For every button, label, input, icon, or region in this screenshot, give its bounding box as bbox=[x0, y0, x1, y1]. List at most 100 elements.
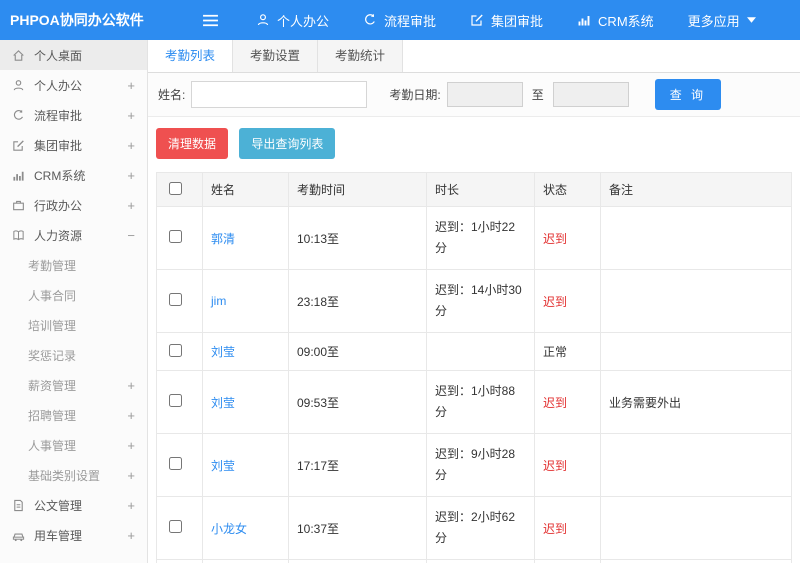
export-list-button[interactable]: 导出查询列表 bbox=[239, 128, 336, 159]
briefcase-icon bbox=[12, 199, 25, 212]
expand-plus[interactable]: + bbox=[127, 438, 135, 453]
tab-strip: 考勤列表 考勤设置 考勤统计 bbox=[148, 40, 800, 73]
employee-name-link[interactable]: 小龙女 bbox=[211, 522, 247, 536]
sidebar: 个人桌面 个人办公 + 流程审批 + 集团审批 + CRM系统 + 行政办公 + bbox=[0, 40, 148, 563]
sidebar-item-admin-office[interactable]: 行政办公 + bbox=[0, 190, 147, 220]
attendance-time-cell: 10:37至 bbox=[288, 496, 427, 560]
sidebar-item-label: 人事合同 bbox=[28, 288, 77, 303]
tab-attendance-stats[interactable]: 考勤统计 bbox=[318, 40, 404, 72]
sidebar-item-label: 薪资管理 bbox=[28, 378, 77, 393]
employee-name-link[interactable]: 刘莹 bbox=[211, 459, 235, 473]
sidebar-item-recruit-mgmt[interactable]: 招聘管理 + bbox=[0, 400, 147, 430]
sidebar-item-base-category-settings[interactable]: 基础类别设置 + bbox=[0, 460, 147, 490]
sidebar-item-workflow-approval[interactable]: 流程审批 + bbox=[0, 100, 147, 130]
workflow-icon bbox=[363, 13, 377, 27]
row-checkbox[interactable] bbox=[169, 394, 182, 407]
name-filter-input[interactable] bbox=[191, 81, 368, 108]
sidebar-item-attendance-mgmt[interactable]: 考勤管理 bbox=[0, 250, 147, 280]
col-header-duration: 时长 bbox=[426, 172, 535, 207]
clear-data-button[interactable]: 清理数据 bbox=[156, 128, 229, 159]
sidebar-item-label: 人力资源 bbox=[34, 228, 83, 243]
attendance-time-cell: 17:17至 bbox=[288, 433, 427, 497]
sidebar-item-vehicle-mgmt[interactable]: 用车管理 + bbox=[0, 520, 147, 550]
action-bar: 清理数据 导出查询列表 bbox=[156, 128, 792, 159]
expand-plus[interactable]: + bbox=[127, 378, 135, 393]
sidebar-item-personnel-mgmt[interactable]: 人事管理 + bbox=[0, 430, 147, 460]
date-from-input[interactable] bbox=[446, 82, 523, 107]
search-button[interactable]: 查 询 bbox=[654, 79, 722, 110]
employee-name-link[interactable]: jim bbox=[211, 294, 226, 308]
row-checkbox[interactable] bbox=[169, 457, 182, 470]
sidebar-item-group-approval[interactable]: 集团审批 + bbox=[0, 130, 147, 160]
sidebar-item-label: 用车管理 bbox=[34, 528, 83, 543]
note-cell bbox=[600, 269, 792, 333]
row-checkbox[interactable] bbox=[169, 520, 182, 533]
note-cell bbox=[600, 433, 792, 497]
expand-plus[interactable]: + bbox=[127, 498, 135, 513]
sidebar-item-hr[interactable]: 人力资源 − bbox=[0, 220, 147, 250]
attendance-time-cell: 10:13至 bbox=[288, 206, 427, 270]
employee-name-link[interactable]: 刘莹 bbox=[211, 345, 235, 359]
expand-plus[interactable]: + bbox=[127, 108, 135, 123]
expand-plus[interactable]: + bbox=[127, 408, 135, 423]
sidebar-item-label: 培训管理 bbox=[28, 318, 77, 333]
expand-plus[interactable]: + bbox=[127, 198, 135, 213]
workflow-icon bbox=[12, 109, 25, 122]
employee-name-link[interactable]: 刘莹 bbox=[211, 396, 235, 410]
table-row: 刘莹 09:53至 迟到：1小时88分 迟到 业务需要外出 bbox=[156, 370, 792, 434]
hamburger-icon bbox=[202, 14, 219, 27]
collapse-minus[interactable]: − bbox=[127, 228, 135, 243]
nav-group-approval[interactable]: 集团审批 bbox=[453, 0, 560, 40]
attendance-time-cell: 09:53至 bbox=[288, 370, 427, 434]
chevron-down-icon bbox=[746, 17, 756, 23]
row-checkbox[interactable] bbox=[169, 343, 182, 357]
note-cell bbox=[600, 332, 792, 371]
expand-plus[interactable]: + bbox=[127, 138, 135, 153]
col-header-name: 姓名 bbox=[202, 172, 289, 207]
nav-crm-system[interactable]: CRM系统 bbox=[560, 0, 671, 40]
top-navigation: 个人办公 流程审批 集团审批 CRM系统 更多应用 bbox=[239, 0, 773, 40]
date-to-input[interactable] bbox=[552, 82, 629, 107]
attendance-table-body: 郭清 10:13至 迟到：1小时22分 迟到 jim 23:18至 迟到：14小… bbox=[156, 206, 792, 563]
col-header-status: 状态 bbox=[534, 172, 601, 207]
nav-more-apps[interactable]: 更多应用 bbox=[671, 0, 773, 40]
expand-plus[interactable]: + bbox=[127, 168, 135, 183]
sidebar-item-reward-punishment[interactable]: 奖惩记录 bbox=[0, 340, 147, 370]
select-all-checkbox[interactable] bbox=[169, 181, 182, 195]
sidebar-item-salary-mgmt[interactable]: 薪资管理 + bbox=[0, 370, 147, 400]
col-header-note: 备注 bbox=[600, 172, 792, 207]
row-checkbox[interactable] bbox=[169, 293, 182, 306]
sidebar-item-hr-contract[interactable]: 人事合同 bbox=[0, 280, 147, 310]
sidebar-item-desktop[interactable]: 个人桌面 bbox=[0, 40, 147, 70]
duration-cell: 迟到：14小时30分 bbox=[426, 269, 535, 333]
status-cell: 迟到 bbox=[534, 206, 601, 270]
sidebar-item-label: 奖惩记录 bbox=[28, 348, 77, 363]
sidebar-item-crm[interactable]: CRM系统 + bbox=[0, 160, 147, 190]
sidebar-item-label: 个人桌面 bbox=[34, 48, 83, 63]
sidebar-item-training-mgmt[interactable]: 培训管理 bbox=[0, 310, 147, 340]
table-row: 郭清 10:13至 迟到：1小时22分 迟到 bbox=[156, 206, 792, 270]
tab-attendance-settings[interactable]: 考勤设置 bbox=[233, 40, 319, 72]
note-cell: 1111 bbox=[600, 559, 792, 563]
sidebar-item-personal-office[interactable]: 个人办公 + bbox=[0, 70, 147, 100]
document-icon bbox=[12, 499, 25, 512]
nav-label: 流程审批 bbox=[384, 13, 437, 29]
table-row: 小龙女 10:37至 迟到：2小时62分 迟到 bbox=[156, 496, 792, 560]
expand-plus[interactable]: + bbox=[127, 78, 135, 93]
col-header-time: 考勤时间 bbox=[288, 172, 427, 207]
nav-workflow-approval[interactable]: 流程审批 bbox=[346, 0, 453, 40]
status-cell: 迟到 bbox=[534, 496, 601, 560]
row-checkbox[interactable] bbox=[169, 230, 182, 243]
expand-plus[interactable]: + bbox=[127, 468, 135, 483]
tab-attendance-list[interactable]: 考勤列表 bbox=[148, 40, 234, 72]
attendance-time-cell: 09:00至 bbox=[288, 332, 427, 371]
expand-plus[interactable]: + bbox=[127, 528, 135, 543]
app-title: PHPOA协同办公软件 bbox=[10, 12, 144, 28]
sidebar-item-label: CRM系统 bbox=[34, 168, 86, 183]
home-icon bbox=[12, 49, 25, 62]
employee-name-link[interactable]: 郭清 bbox=[211, 232, 235, 246]
menu-toggle-button[interactable] bbox=[202, 14, 219, 27]
sidebar-item-document-mgmt[interactable]: 公文管理 + bbox=[0, 490, 147, 520]
duration-cell: 迟到：2小时62分 bbox=[426, 496, 535, 560]
nav-personal-office[interactable]: 个人办公 bbox=[239, 0, 346, 40]
